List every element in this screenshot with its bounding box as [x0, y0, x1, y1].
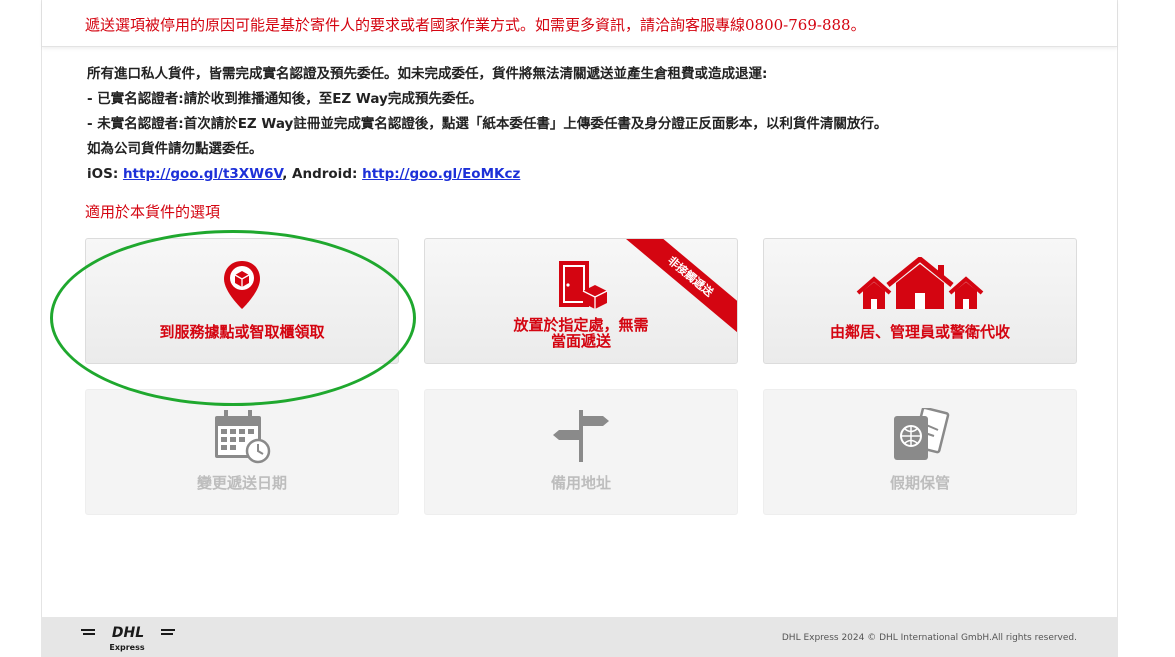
option-change-date-label: 變更遞送日期 — [196, 474, 287, 492]
signpost-icon — [425, 408, 737, 468]
dhl-logo-sub: Express — [109, 643, 144, 652]
option-neighbor-label: 由鄰居、管理員或警衛代收 — [829, 323, 1010, 341]
notice-bar: 遞送選項被停用的原因可能是基於寄件人的要求或者國家作業方式。如需更多資訊，請洽詢… — [42, 0, 1117, 47]
calendar-clock-icon — [86, 408, 398, 468]
info-block: 所有進口私人貨件，皆需完成實名認證及預先委任。如未完成委任，貨件將無法清關遞送並… — [87, 62, 1087, 187]
main-panel: 遞送選項被停用的原因可能是基於寄件人的要求或者國家作業方式。如需更多資訊，請洽詢… — [41, 0, 1118, 617]
ios-link[interactable]: http://goo.gl/t3XW6V — [123, 166, 282, 182]
notice-text: 遞送選項被停用的原因可能是基於寄件人的要求或者國家作業方式。如需更多資訊，請洽詢… — [85, 16, 866, 34]
options-title: 適用於本貨件的選項 — [85, 203, 221, 221]
option-vacation-hold-label: 假期保管 — [889, 474, 950, 492]
dhl-logo-text: DHL — [112, 626, 144, 641]
app-links: iOS: http://goo.gl/t3XW6V, Android: http… — [87, 162, 1087, 187]
houses-icon — [764, 255, 1076, 315]
option-service-point-button[interactable]: 到服務據點或智取櫃領取 — [85, 238, 399, 364]
info-line-3: - 未實名認證者:首次請於EZ Way註冊並完成實名認證後，點選「紙本委任書」上… — [87, 116, 888, 132]
passport-icon — [764, 406, 1076, 468]
option-alt-address-label: 備用地址 — [550, 474, 611, 492]
option-alt-address-button: 備用地址 — [424, 389, 738, 515]
info-line-1: 所有進口私人貨件，皆需完成實名認證及預先委任。如未完成委任，貨件將無法清關遞送並… — [87, 66, 768, 82]
ios-label: iOS: — [87, 166, 123, 182]
option-change-date-button: 變更遞送日期 — [85, 389, 399, 515]
option-vacation-hold-button: 假期保管 — [763, 389, 1077, 515]
dhl-logo: DHL Express — [81, 625, 177, 652]
copyright-text: DHL Express 2024 © DHL International Gmb… — [781, 633, 1077, 643]
door-package-icon — [425, 259, 737, 315]
footer: DHL Express DHL Express 2024 © DHL Inter… — [41, 617, 1118, 657]
android-label: , Android: — [282, 166, 363, 182]
info-line-4: 如為公司貨件請勿點選委任。 — [87, 141, 263, 157]
option-leave-at-label-2: 當面遞送 — [550, 332, 611, 350]
location-pin-package-icon — [86, 259, 398, 315]
info-line-2: - 已實名認證者:請於收到推播通知後，至EZ Way完成預先委任。 — [87, 91, 483, 107]
option-leave-at-button[interactable]: 非接觸遞送 放置於指定處，無需 當面遞送 — [424, 238, 738, 364]
option-neighbor-button[interactable]: 由鄰居、管理員或警衛代收 — [763, 238, 1077, 364]
option-service-point-label: 到服務據點或智取櫃領取 — [159, 323, 325, 341]
android-link[interactable]: http://goo.gl/EoMKcz — [362, 166, 520, 182]
